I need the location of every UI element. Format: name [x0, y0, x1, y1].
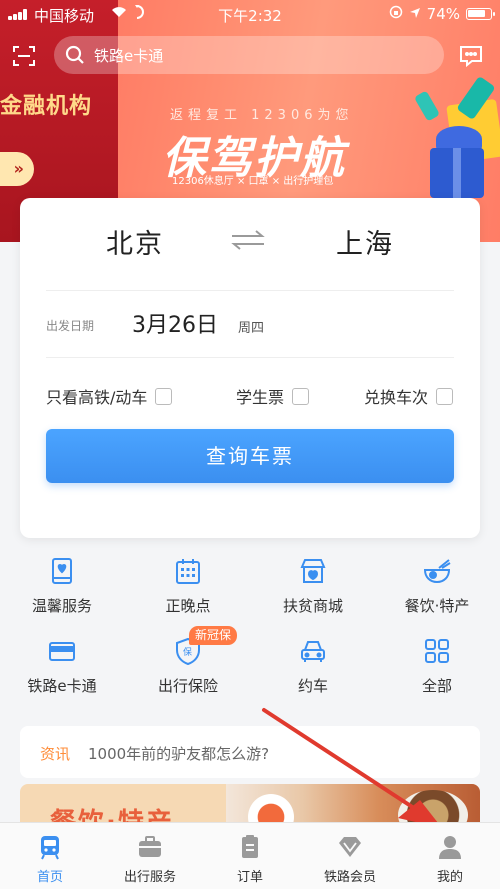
date-row[interactable]: 出发日期 3月26日 周四 — [46, 290, 454, 358]
card-icon — [47, 636, 77, 666]
exchange-checkbox[interactable] — [436, 387, 454, 405]
from-station[interactable]: 北京 — [106, 222, 164, 261]
diamond-icon — [337, 834, 363, 860]
tab-label: 订单 — [236, 870, 263, 885]
lock-rotation-icon — [389, 5, 403, 23]
grid-icon — [422, 636, 452, 666]
tab-home[interactable]: 首页 — [0, 823, 100, 889]
service-label: 出行保险 — [157, 677, 218, 695]
svg-text:保: 保 — [183, 646, 192, 658]
search-icon — [64, 44, 86, 66]
new-badge: 新冠保 — [189, 626, 238, 645]
date-label: 出发日期 — [46, 319, 95, 333]
date-value[interactable]: 3月26日 — [132, 307, 218, 339]
student-checkbox[interactable] — [292, 387, 310, 405]
banner-caption: 12306休息厅 × 口罩 × 出行护理包 — [172, 176, 334, 187]
service-label: 约车 — [297, 677, 328, 695]
service-label: 温馨服务 — [31, 597, 92, 615]
noodle-bowl-icon — [422, 556, 452, 586]
car-icon — [298, 636, 328, 666]
service-label: 扶贫商城 — [282, 597, 343, 615]
banner-left-button[interactable]: » — [0, 152, 34, 186]
bottom-tab-bar: 首页 出行服务 订单 铁路会员 我的 — [0, 822, 500, 889]
tab-label: 我的 — [436, 870, 463, 885]
option-student-ticket[interactable]: 学生票 — [236, 384, 310, 408]
option-exchange-train[interactable]: 兑换车次 — [364, 384, 454, 408]
high-speed-checkbox[interactable] — [155, 387, 173, 405]
news-tag: 资讯 — [40, 745, 71, 763]
train-icon — [37, 834, 63, 860]
service-rail-ecard[interactable]: 铁路e卡通 — [7, 636, 117, 696]
weekday: 周四 — [238, 321, 265, 336]
search-input[interactable]: 铁路e卡通 — [94, 45, 163, 66]
service-food-specialties[interactable]: 餐饮·特产 — [382, 556, 492, 616]
order-icon — [237, 834, 263, 860]
banner-left-title: 金融机构 — [0, 94, 93, 119]
gift-box-icon — [47, 556, 77, 586]
option-high-speed-only[interactable]: 只看高铁/动车 — [46, 384, 173, 408]
option-label: 只看高铁/动车 — [46, 388, 148, 407]
option-label: 学生票 — [236, 388, 285, 407]
battery-percent: 74% — [426, 5, 460, 23]
service-label: 餐饮·特产 — [404, 597, 470, 615]
gift-box-blue-decoration — [430, 148, 484, 198]
banner-subtitle: 返程复工 12306为您 — [170, 108, 354, 123]
ticket-search-card: 北京 上海 出发日期 3月26日 周四 只看高铁/动车 学生票 兑换车次 查询车… — [20, 198, 480, 538]
service-label: 铁路e卡通 — [27, 677, 97, 695]
service-label: 全部 — [421, 677, 452, 695]
option-label: 兑换车次 — [364, 388, 429, 407]
swap-stations-icon[interactable] — [228, 228, 268, 252]
store-icon — [298, 556, 328, 586]
briefcase-icon — [137, 834, 163, 860]
tab-label: 首页 — [36, 870, 63, 885]
service-train-status[interactable]: 正晚点 — [133, 556, 243, 616]
location-icon — [409, 5, 421, 23]
battery-icon — [466, 8, 495, 20]
calendar-grid-icon — [173, 556, 203, 586]
status-bar: 中国移动 下午2:32 74% — [0, 0, 500, 28]
tab-orders[interactable]: 订单 — [200, 823, 300, 889]
search-bar[interactable]: 铁路e卡通 — [54, 36, 444, 74]
news-headline[interactable]: 1000年前的驴友都怎么游? — [88, 743, 269, 764]
tab-label: 出行服务 — [123, 870, 176, 885]
service-warm-service[interactable]: 温馨服务 — [7, 556, 117, 616]
service-car-hailing[interactable]: 约车 — [258, 636, 368, 696]
service-label: 正晚点 — [165, 597, 211, 615]
service-travel-insurance[interactable]: 保 出行保险 — [133, 636, 243, 696]
to-station[interactable]: 上海 — [336, 222, 394, 261]
query-tickets-button[interactable]: 查询车票 — [46, 429, 454, 483]
tab-rail-membership[interactable]: 铁路会员 — [300, 823, 400, 889]
tab-label: 铁路会员 — [323, 870, 376, 885]
status-right: 74% — [389, 5, 495, 23]
message-icon[interactable] — [458, 44, 484, 68]
tab-travel-services[interactable]: 出行服务 — [100, 823, 200, 889]
scan-icon[interactable] — [12, 44, 36, 68]
tab-mine[interactable]: 我的 — [400, 823, 500, 889]
ribbon-decoration — [413, 90, 441, 122]
service-all[interactable]: 全部 — [382, 636, 492, 696]
service-poverty-mall[interactable]: 扶贫商城 — [258, 556, 368, 616]
user-icon — [437, 834, 463, 860]
